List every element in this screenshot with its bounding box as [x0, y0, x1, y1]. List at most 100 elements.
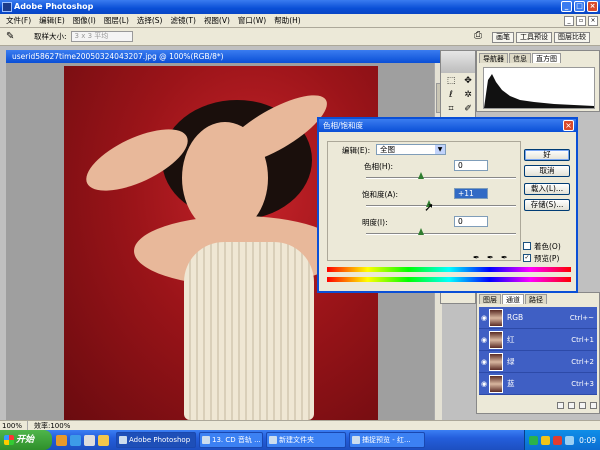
lightness-slider-thumb[interactable]	[418, 228, 424, 235]
tray-qq-icon[interactable]	[541, 435, 551, 445]
task-photoshop[interactable]: Adobe Photoshop	[116, 432, 196, 448]
task-label: 13. CD 音轨 ...	[212, 436, 261, 444]
adjustment-group: 编辑(E): 全图 ▼ 色相(H): 0 饱和度(A): +11 ➚ 明度(I)…	[327, 141, 521, 261]
load-button[interactable]: 载入(L)...	[524, 183, 570, 195]
menu-layer[interactable]: 图层(L)	[100, 15, 133, 26]
maximize-icon[interactable]: □	[574, 1, 585, 12]
channel-thumbnail	[489, 374, 503, 393]
tab-tool-presets[interactable]: 工具预设	[516, 32, 552, 43]
eye-icon[interactable]: ◉	[479, 314, 489, 322]
edit-range-select[interactable]: 全图 ▼	[376, 144, 446, 155]
document-title: userid58627time20050324043207.jpg @ 100%…	[6, 50, 442, 63]
tab-histogram[interactable]: 直方图	[532, 53, 561, 63]
eyedropper-tool-icon[interactable]: ✎	[6, 30, 20, 44]
cancel-button[interactable]: 取消	[524, 165, 570, 177]
tab-navigator[interactable]: 导航器	[479, 53, 508, 63]
menu-edit[interactable]: 编辑(E)	[35, 15, 69, 26]
tab-paths[interactable]: 路径	[525, 294, 547, 304]
dialog-close-icon[interactable]: ×	[563, 120, 574, 131]
sample-size-select[interactable]: 3 x 3 平均	[70, 31, 133, 42]
lightness-slider[interactable]	[366, 233, 516, 235]
channel-name: 蓝	[507, 379, 515, 388]
task-label: 新建文件夹	[279, 436, 314, 444]
quicklaunch-ie-icon[interactable]	[70, 434, 81, 446]
cd-task-icon	[202, 436, 210, 444]
menu-window[interactable]: 窗口(W)	[234, 15, 270, 26]
magic-wand-tool-icon[interactable]: ✲	[460, 89, 476, 102]
doc-minimize-icon[interactable]: _	[564, 15, 574, 26]
hue-input[interactable]: 0	[454, 160, 488, 171]
tab-info[interactable]: 信息	[509, 53, 531, 63]
tray-network-icon[interactable]	[529, 435, 539, 445]
delete-channel-icon[interactable]	[590, 402, 597, 409]
tools-header	[441, 51, 475, 73]
capture-task-icon	[352, 436, 360, 444]
close-icon[interactable]: ×	[587, 1, 598, 12]
clock[interactable]: 0:09	[579, 436, 596, 445]
hue-slider-thumb[interactable]	[418, 172, 424, 179]
quicklaunch-media-icon[interactable]	[98, 434, 109, 446]
eye-icon[interactable]: ◉	[479, 380, 489, 388]
task-new-folder[interactable]: 新建文件夹	[266, 432, 346, 448]
app-titlebar: Adobe Photoshop _ □ ×	[0, 0, 600, 14]
tab-channels[interactable]: 通道	[502, 294, 524, 304]
task-capture-preview[interactable]: 捕捉预览 - 红...	[349, 432, 425, 448]
channel-thumbnail	[489, 330, 503, 349]
quick-launch	[52, 434, 113, 446]
channel-row-red[interactable]: ◉ 红 Ctrl+1	[479, 329, 597, 351]
quicklaunch-desktop-icon[interactable]	[84, 434, 95, 446]
mouse-cursor-icon: ➚	[424, 200, 435, 214]
eye-icon[interactable]: ◉	[479, 358, 489, 366]
colorize-checkbox-box[interactable]	[523, 242, 531, 250]
task-cd-track[interactable]: 13. CD 音轨 ...	[199, 432, 263, 448]
tab-layer-comps[interactable]: 图层比较	[554, 32, 590, 43]
menu-select[interactable]: 选择(S)	[133, 15, 167, 26]
eye-icon[interactable]: ◉	[479, 336, 489, 344]
save-button[interactable]: 存储(S)...	[524, 199, 570, 211]
tray-volume-icon[interactable]	[565, 435, 575, 445]
preview-checkbox[interactable]: ✓ 预览(P)	[523, 253, 571, 263]
quicklaunch-browser-icon[interactable]	[56, 434, 67, 446]
lightness-input[interactable]: 0	[454, 216, 488, 227]
eyedropper-minus-icon[interactable]: ✒	[501, 253, 508, 262]
channel-row-green[interactable]: ◉ 绿 Ctrl+2	[479, 351, 597, 373]
menu-file[interactable]: 文件(F)	[2, 15, 35, 26]
doc-restore-icon[interactable]: ▫	[576, 15, 586, 26]
options-bar: ✎ 取样大小: 3 x 3 平均 ⎙ 画笔 工具预设 图层比较	[0, 28, 600, 46]
preview-checkbox-box[interactable]: ✓	[523, 254, 531, 262]
eyedropper-icon[interactable]: ✒	[473, 253, 480, 262]
load-selection-icon[interactable]	[557, 402, 564, 409]
channel-row-rgb[interactable]: ◉ RGB Ctrl+~	[479, 307, 597, 329]
saturation-slider[interactable]	[366, 205, 516, 207]
tab-brushes[interactable]: 画笔	[492, 32, 514, 43]
hue-slider[interactable]	[366, 177, 516, 179]
move-tool-icon[interactable]: ✥	[460, 75, 476, 88]
zoom-level[interactable]: 100%	[0, 421, 28, 430]
histogram-curve	[484, 74, 594, 108]
windows-logo-icon	[4, 435, 14, 445]
lightness-label: 明度(I):	[362, 218, 388, 227]
tray-antivirus-icon[interactable]	[553, 435, 563, 445]
dialog-title: 色相/饱和度	[319, 119, 576, 132]
saturation-input[interactable]: +11	[454, 188, 488, 199]
doc-close-icon[interactable]: ×	[588, 15, 598, 26]
colorize-checkbox[interactable]: 着色(O)	[523, 241, 571, 251]
hue-saturation-dialog: 色相/饱和度 × 编辑(E): 全图 ▼ 色相(H): 0 饱和度(A): +1…	[317, 117, 578, 293]
eyedropper-plus-icon[interactable]: ✒	[487, 253, 494, 262]
save-selection-icon[interactable]	[568, 402, 575, 409]
channel-row-blue[interactable]: ◉ 蓝 Ctrl+3	[479, 373, 597, 395]
new-channel-icon[interactable]	[579, 402, 586, 409]
marquee-tool-icon[interactable]: ⬚	[443, 75, 459, 88]
printer-icon[interactable]: ⎙	[474, 30, 488, 43]
tab-layers[interactable]: 图层	[479, 294, 501, 304]
crop-tool-icon[interactable]: ⌗	[443, 103, 459, 116]
menu-help[interactable]: 帮助(H)	[270, 15, 305, 26]
menu-image[interactable]: 图像(I)	[69, 15, 100, 26]
minimize-icon[interactable]: _	[561, 1, 572, 12]
menu-view[interactable]: 视图(V)	[200, 15, 234, 26]
start-button[interactable]: 开始	[0, 430, 52, 450]
menu-filter[interactable]: 滤镜(T)	[167, 15, 200, 26]
ok-button[interactable]: 好	[524, 149, 570, 161]
slice-tool-icon[interactable]: ✐	[460, 103, 476, 116]
lasso-tool-icon[interactable]: ℓ	[443, 89, 459, 102]
